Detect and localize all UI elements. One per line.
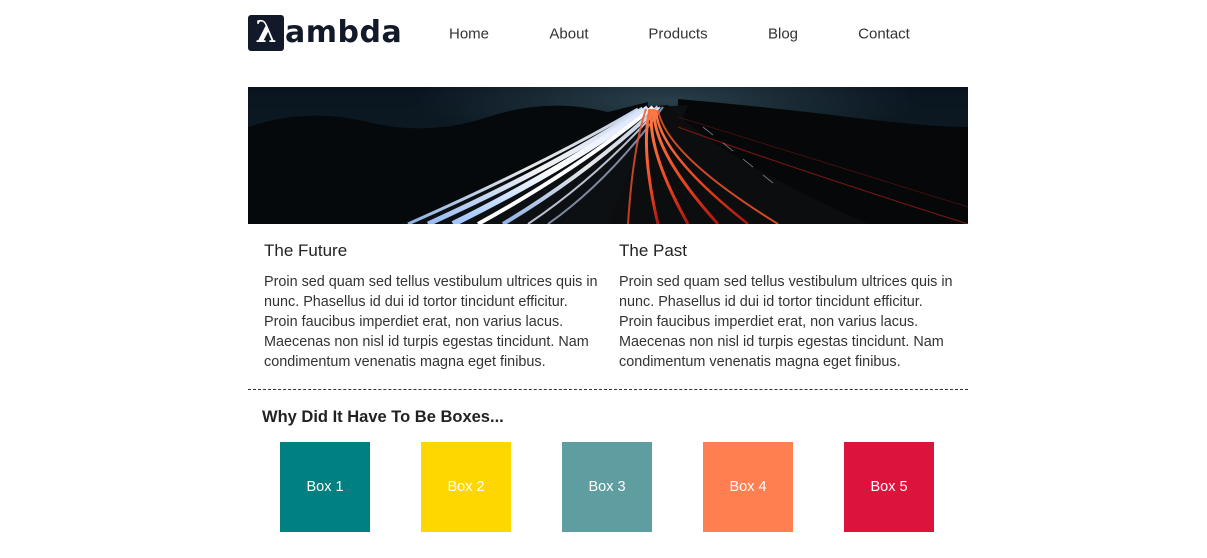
site-header: λ ambda Home About Products Blog Contact — [248, 14, 968, 54]
box-5: Box 5 — [844, 442, 934, 532]
main-nav: Home About Products Blog Contact — [248, 14, 968, 54]
hero-image — [248, 87, 968, 224]
box-1: Box 1 — [280, 442, 370, 532]
box-3: Box 3 — [562, 442, 652, 532]
night-highway-light-trails-icon — [248, 87, 968, 224]
past-section: The Past Proin sed quam sed tellus vesti… — [619, 240, 959, 372]
nav-link-home[interactable]: Home — [449, 26, 489, 43]
future-body: Proin sed quam sed tellus vestibulum ult… — [264, 274, 598, 370]
boxes-title: Why Did It Have To Be Boxes... — [262, 408, 504, 426]
nav-link-blog[interactable]: Blog — [768, 26, 798, 43]
future-heading: The Future — [264, 241, 348, 260]
future-section: The Future Proin sed quam sed tellus ves… — [264, 240, 604, 372]
nav-link-contact[interactable]: Contact — [858, 26, 910, 43]
page-container: λ ambda Home About Products Blog Contact — [248, 0, 968, 558]
past-heading: The Past — [619, 241, 688, 260]
past-body: Proin sed quam sed tellus vestibulum ult… — [619, 274, 953, 370]
dashed-divider — [248, 389, 968, 390]
nav-link-about[interactable]: About — [549, 26, 588, 43]
box-4: Box 4 — [703, 442, 793, 532]
box-2: Box 2 — [421, 442, 511, 532]
nav-link-products[interactable]: Products — [648, 26, 707, 43]
